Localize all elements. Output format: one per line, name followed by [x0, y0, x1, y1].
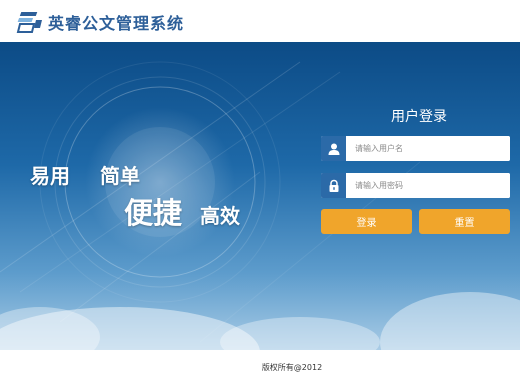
slogan-efficient: 高效	[200, 204, 240, 228]
password-input[interactable]	[346, 173, 510, 198]
login-title: 用户登录	[391, 109, 447, 125]
lock-icon	[321, 173, 346, 198]
document-stack-icon	[16, 12, 42, 33]
username-input[interactable]	[346, 136, 510, 161]
header: 英睿公文管理系统	[0, 0, 520, 42]
banner: 易用 简单 便捷 高效 用户登录 登录 重置	[0, 42, 520, 350]
login-button[interactable]: 登录	[321, 209, 412, 234]
slogan-convenient: 便捷	[124, 196, 183, 230]
password-field	[321, 173, 510, 198]
footer: 版权所有@2012	[0, 350, 520, 390]
copyright-text: 版权所有@2012	[261, 363, 323, 372]
app-title: 英睿公文管理系统	[48, 14, 185, 33]
slogan-easy: 易用	[30, 164, 70, 188]
slogan-simple: 简单	[100, 164, 140, 188]
username-field	[321, 136, 510, 161]
reset-button[interactable]: 重置	[419, 209, 510, 234]
user-icon	[321, 136, 346, 161]
